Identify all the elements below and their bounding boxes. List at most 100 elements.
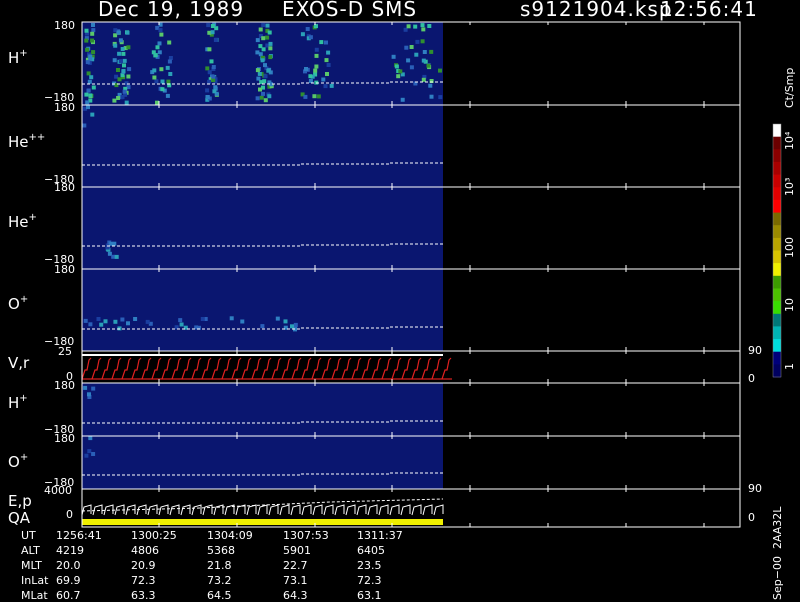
spectrogram-cell: [85, 100, 90, 105]
spectrogram-cell: [99, 322, 104, 327]
spectrogram-cell: [265, 23, 270, 28]
spectrogram-cell: [420, 39, 425, 44]
ut-cell: 21.8: [207, 559, 232, 572]
ep-trace-segment: [400, 504, 411, 516]
spectrogram-cell: [91, 23, 95, 27]
vr-trace-segment: [401, 357, 412, 380]
spectrogram-cell: [211, 65, 216, 69]
spectrogram-cell: [207, 47, 212, 52]
tick-top-4: 25: [58, 345, 72, 358]
spectrogram-cell: [86, 88, 91, 93]
vr-trace-segment: [191, 357, 202, 380]
spectrogram-cell: [420, 23, 425, 28]
colorbar-segment: [773, 364, 781, 378]
tick-top-0: 180: [54, 19, 75, 32]
spectrogram-cell: [120, 47, 125, 51]
vr-trace-segment: [371, 357, 382, 380]
spectrogram-cell: [438, 95, 443, 100]
colorbar-unit: Ct/Smp: [783, 67, 796, 108]
spectrogram-cell: [152, 68, 157, 73]
spectrogram-cell: [88, 322, 93, 327]
spectrogram-cell: [240, 319, 245, 324]
spectrogram-cell: [122, 58, 127, 63]
spectrogram-cell: [90, 31, 95, 36]
spectrogram-bg-he-plusplus: [82, 105, 443, 187]
ut-row-label: MLT: [21, 559, 42, 572]
vr-trace-segment: [291, 357, 302, 380]
ep-trace-segment: [411, 504, 422, 516]
spectrogram-cell: [209, 59, 214, 64]
spectrogram-cell: [260, 324, 265, 329]
spectrogram-cell: [113, 43, 118, 48]
spectrogram-cell: [304, 67, 308, 71]
ep-trace-segment: [92, 504, 103, 516]
spectrogram-cell: [421, 27, 426, 32]
spectrogram-cell: [258, 44, 263, 49]
colorbar-segment: [773, 339, 781, 353]
spectrogram-cell: [260, 58, 265, 63]
spectrogram-bg-o-plus-2: [82, 436, 443, 489]
spectrogram-cell: [308, 79, 313, 83]
spectrogram-cell: [165, 65, 170, 70]
spectrogram-cell: [266, 68, 271, 73]
spectrogram-cell: [394, 64, 399, 69]
spectrogram-cell: [325, 72, 329, 76]
vr-trace-segment: [231, 357, 242, 380]
ut-cell: 64.5: [207, 589, 232, 602]
ep-trace-segment: [334, 504, 345, 516]
spectrogram-cell: [210, 24, 215, 28]
spectrogram-bg-he-plus: [82, 187, 443, 269]
spectrogram-cell: [314, 53, 319, 58]
vr-trace-segment: [141, 357, 152, 380]
ep-trace-segment: [268, 504, 279, 516]
spectrogram-cell: [265, 35, 270, 40]
ep-trace-segment: [169, 504, 180, 516]
ut-cell: 20.0: [56, 559, 81, 572]
ep-dashed-line: [81, 498, 444, 512]
spectrogram-cell: [207, 70, 212, 75]
spectrogram-cell: [256, 76, 261, 81]
spectrogram-cell: [87, 79, 92, 84]
ut-cell: 72.3: [357, 574, 382, 587]
spectrogram-cell: [438, 68, 442, 73]
ep-trace-segment: [422, 504, 433, 516]
tick-top-5: 180: [54, 379, 75, 392]
spectrogram-cell: [168, 56, 173, 60]
spectrogram-cell: [404, 45, 409, 50]
spectrogram-cell: [263, 98, 268, 103]
spectrogram-cell: [84, 28, 89, 33]
spectrogram-cell: [329, 83, 334, 88]
spectrogram-cell: [85, 47, 90, 52]
spectrogram-cell: [124, 100, 129, 105]
vr-trace-segment: [251, 357, 262, 380]
spectrogram-cell: [91, 28, 96, 33]
spectrogram-cell: [258, 27, 263, 32]
ep-trace-segment: [202, 504, 213, 516]
ut-row-label: UT: [21, 529, 36, 542]
colorbar-segment: [773, 212, 781, 226]
ut-cell: 4806: [131, 544, 159, 557]
spectrogram-cell: [312, 94, 317, 99]
ut-cell: 22.7: [283, 559, 308, 572]
spectrogram-cell: [159, 32, 164, 37]
spectrogram-cell: [126, 74, 131, 79]
ut-row-label: ALT: [21, 544, 40, 557]
spectrogram-cell: [400, 97, 405, 102]
vr-trace-segment: [161, 357, 172, 380]
ut-cell: 23.5: [357, 559, 382, 572]
ep-trace-segment: [81, 504, 92, 516]
spectrogram-cell: [261, 36, 266, 41]
panel-label-o-plus-2: O+: [8, 452, 29, 471]
spectrogram-cell: [167, 40, 172, 45]
spectrogram-cell: [421, 77, 426, 82]
ep-trace-segment: [345, 504, 356, 516]
panel-label-o-plus: O+: [8, 294, 29, 313]
spectrogram-cell: [210, 30, 215, 35]
colorbar-segment: [773, 326, 781, 340]
spectrogram-cell: [259, 95, 264, 100]
spectrogram-cell: [157, 50, 162, 55]
spectrogram-cell: [429, 49, 434, 54]
spectrogram-cell: [406, 58, 411, 63]
vr-trace-segment: [381, 357, 392, 380]
spectrogram-cell: [205, 66, 210, 71]
